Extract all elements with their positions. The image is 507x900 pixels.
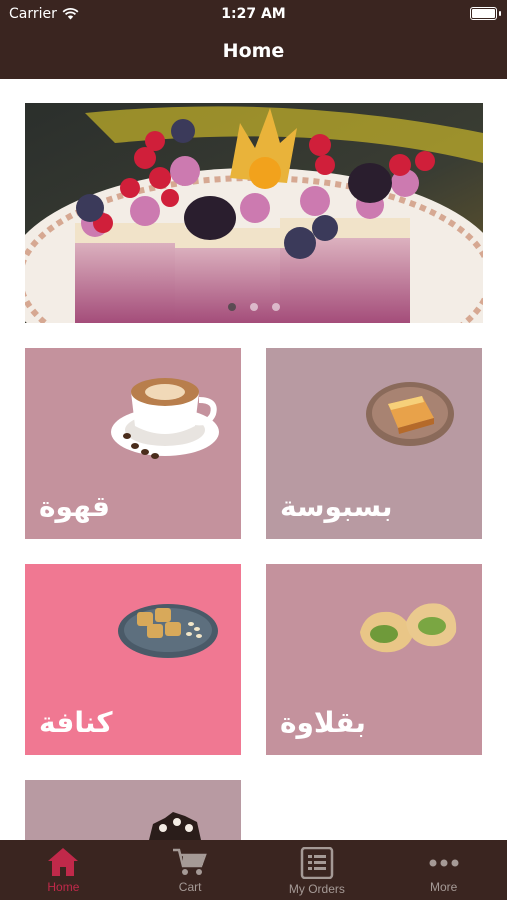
status-time: 1:27 AM — [221, 6, 286, 22]
home-icon — [48, 848, 79, 876]
page-title: Home — [222, 40, 285, 62]
more-icon — [429, 859, 459, 867]
tab-label: Cart — [178, 880, 202, 894]
category-label: بقلاوة — [280, 706, 366, 739]
tab-label: More — [429, 880, 458, 894]
page-dot[interactable] — [228, 303, 236, 311]
home-screen: Carrier 1:27 AM Home قهوة بسبوسة كنافة ب… — [0, 0, 507, 900]
category-tile-cake[interactable] — [25, 780, 241, 840]
tab-my-orders[interactable]: My Orders — [254, 840, 381, 900]
cart-icon — [173, 848, 207, 875]
category-tile-basbousa[interactable]: بسبوسة — [266, 348, 482, 539]
battery-icon — [470, 7, 497, 20]
kunafa-plate-image — [118, 604, 218, 658]
category-label: كنافة — [39, 706, 113, 739]
category-label: بسبوسة — [280, 490, 393, 523]
tab-more[interactable]: More — [380, 840, 507, 900]
tab-label: My Orders — [288, 882, 345, 896]
basbousa-plate-image — [366, 382, 454, 446]
promo-banner-carousel[interactable] — [25, 103, 483, 323]
tab-label: Home — [47, 880, 80, 894]
page-dot[interactable] — [272, 303, 280, 311]
baklava-pastries-image — [360, 603, 457, 653]
chocolate-cake-image — [149, 812, 201, 840]
category-label: قهوة — [39, 490, 110, 523]
category-tile-baklava[interactable]: بقلاوة — [266, 564, 482, 755]
cake-dessert-image — [25, 103, 483, 323]
tab-home[interactable]: Home — [0, 840, 127, 900]
category-tile-kunafa[interactable]: كنافة — [25, 564, 241, 755]
category-tile-coffee[interactable]: قهوة — [25, 348, 241, 539]
navigation-header: Carrier 1:27 AM Home — [0, 0, 507, 79]
page-dot[interactable] — [250, 303, 258, 311]
orders-icon — [300, 847, 334, 879]
status-bar: Carrier 1:27 AM — [0, 0, 507, 28]
coffee-cup-image — [111, 378, 219, 459]
tab-bar: Home Cart My Orders More — [0, 840, 507, 900]
tab-cart[interactable]: Cart — [127, 840, 254, 900]
battery-cap — [499, 11, 501, 16]
banner-page-indicator[interactable] — [25, 303, 483, 311]
